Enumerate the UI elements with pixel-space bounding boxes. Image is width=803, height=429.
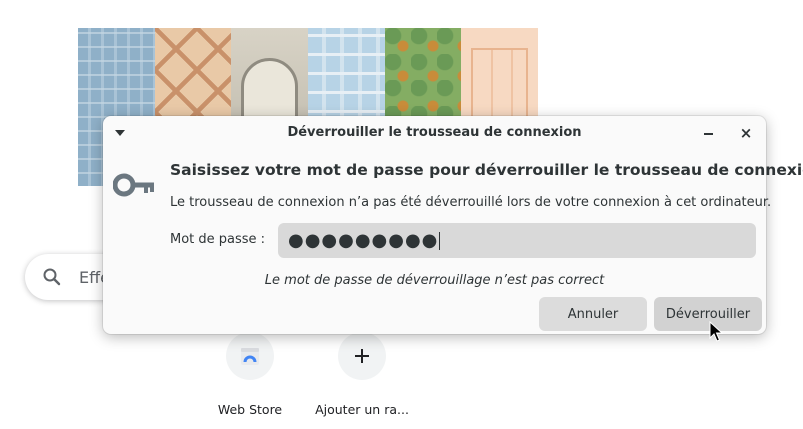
password-value: ●●●●●●●●●	[288, 229, 439, 251]
search-icon	[41, 266, 63, 288]
key-icon	[113, 173, 154, 197]
dialog-title: Déverrouiller le trousseau de connexion	[287, 125, 582, 140]
dialog-description: Le trousseau de connexion n’a pas été dé…	[170, 195, 772, 210]
dialog-titlebar[interactable]: Déverrouiller le trousseau de connexion …	[103, 116, 766, 150]
unlock-keyring-dialog: Déverrouiller le trousseau de connexion …	[103, 116, 803, 334]
text-caret	[439, 231, 441, 250]
cancel-button[interactable]: Annuler	[539, 297, 647, 331]
shortcut-label: Web Store	[217, 402, 283, 417]
minimize-icon[interactable]	[704, 133, 713, 135]
dialog-heading: Saisissez votre mot de passe pour déverr…	[170, 161, 803, 179]
unlock-button[interactable]: Déverrouiller	[654, 297, 762, 331]
shortcut-add[interactable]: Ajouter un ra...	[306, 332, 418, 417]
plus-icon	[338, 332, 386, 380]
close-icon[interactable]: ×	[739, 125, 753, 141]
web-store-icon	[226, 332, 274, 380]
shortcut-label: Ajouter un ra...	[315, 402, 409, 417]
error-message: Le mot de passe de déverrouillage n’est …	[264, 273, 605, 288]
shortcut-web-store[interactable]: Web Store	[194, 332, 306, 417]
mouse-pointer-icon	[709, 321, 723, 342]
password-label: Mot de passe :	[170, 232, 266, 247]
password-field[interactable]: ●●●●●●●●●	[278, 223, 756, 258]
